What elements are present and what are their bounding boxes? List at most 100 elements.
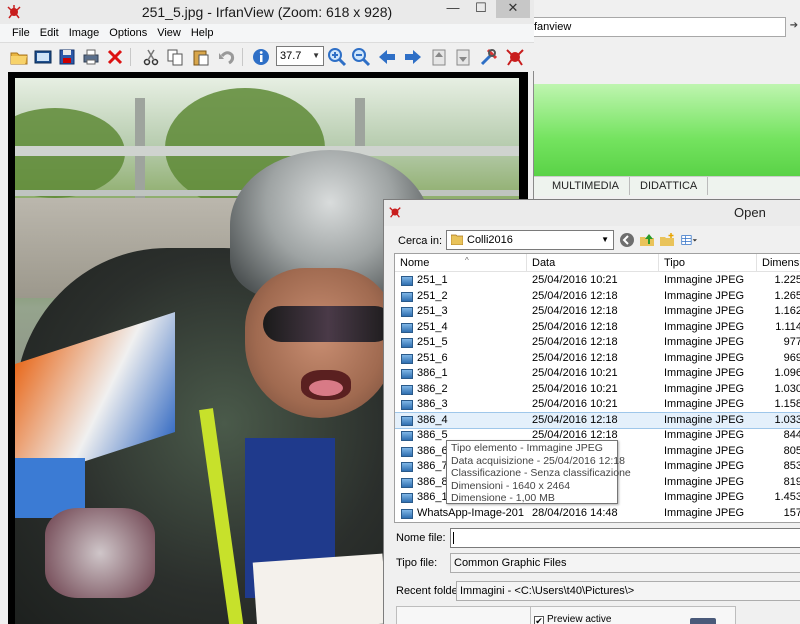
file-type: Immagine JPEG [664, 444, 745, 457]
file-name: 251_5 [417, 336, 448, 348]
file-name-input[interactable] [450, 528, 800, 548]
toolbar [0, 43, 534, 71]
menu-didattica[interactable]: DIDATTICA [630, 177, 709, 195]
recent-folders-select[interactable]: Immagini - <C:\Users\t40\Pictures\> [456, 581, 800, 601]
info-icon[interactable] [250, 46, 272, 68]
file-name: 251_4 [417, 320, 448, 333]
file-name: 251_1 [417, 274, 448, 286]
jpeg-file-icon [401, 307, 413, 317]
menu-options[interactable]: Options [104, 24, 152, 43]
file-row[interactable]: 251_1 25/04/2016 10:21 Immagine JPEG 1.225 [395, 273, 800, 289]
preview-thumbnail-button[interactable] [690, 618, 716, 624]
address-bar[interactable]: fanview [530, 17, 786, 37]
new-folder-icon[interactable] [658, 231, 676, 249]
menu-edit[interactable]: Edit [35, 24, 64, 43]
tooltip-line: Dimensioni - 1640 x 2464 [451, 479, 571, 492]
tooltip-line: Data acquisizione - 25/04/2016 12:18 [451, 454, 625, 467]
file-size: 1.158 [774, 398, 800, 410]
page-down-icon[interactable] [452, 46, 474, 68]
preview-active-checkbox[interactable]: ✔ [534, 616, 544, 624]
file-date: 25/04/2016 10:21 [532, 274, 618, 286]
file-row[interactable]: 251_5 25/04/2016 12:18 Immagine JPEG 977 [395, 335, 800, 351]
paste-icon[interactable] [190, 46, 212, 68]
close-button[interactable]: ✕ [496, 0, 530, 18]
file-date: 25/04/2016 12:18 [532, 351, 618, 364]
save-icon[interactable] [56, 46, 78, 68]
jpeg-file-icon [401, 477, 413, 488]
menu-file[interactable]: File [7, 24, 35, 43]
maximize-button[interactable]: ☐ [468, 0, 494, 18]
sort-caret-icon: ^ [465, 256, 469, 265]
file-type: Immagine JPEG [664, 351, 745, 364]
tooltip-line: Tipo elemento - Immagine JPEG [451, 442, 603, 454]
menu-view[interactable]: View [152, 24, 186, 43]
menu-bar: File Edit Image Options View Help [0, 24, 534, 43]
file-date: 28/04/2016 14:48 [532, 506, 618, 519]
open-folder-icon[interactable] [8, 46, 30, 68]
back-icon[interactable] [618, 231, 636, 249]
previous-icon[interactable] [376, 46, 398, 68]
file-date: 25/04/2016 10:21 [532, 398, 618, 410]
column-type[interactable]: Tipo [659, 254, 757, 272]
zoom-select[interactable]: 37.7 ▼ [276, 46, 324, 66]
file-row[interactable]: 386_4 25/04/2016 12:18 Immagine JPEG 1.033 [395, 411, 800, 429]
print-icon[interactable] [80, 46, 102, 68]
look-in-select[interactable]: Colli2016 ▼ [446, 230, 614, 250]
copy-icon[interactable] [164, 46, 186, 68]
file-size: 853 [783, 460, 800, 472]
column-date[interactable]: Data [527, 254, 659, 272]
delete-icon[interactable] [104, 46, 126, 68]
go-arrow-icon[interactable]: ➔ [786, 17, 800, 37]
undo-icon[interactable] [216, 46, 238, 68]
file-type: Immagine JPEG [664, 274, 745, 286]
irfanview-logo-icon [389, 207, 401, 218]
file-row[interactable]: 386_2 25/04/2016 10:21 Immagine JPEG 1.030 [395, 382, 800, 398]
file-size: 1.033 [774, 413, 800, 426]
look-in-label: Cerca in: [398, 235, 443, 247]
file-name-label: Nome file: [396, 532, 446, 544]
file-row[interactable]: 251_3 25/04/2016 12:18 Immagine JPEG 1.162 [395, 304, 800, 320]
settings-icon[interactable] [478, 46, 500, 68]
file-size: 844 [783, 429, 800, 441]
dialog-title: Open [734, 205, 766, 220]
exit-icon[interactable] [504, 46, 526, 68]
file-type: Immagine JPEG [664, 413, 745, 426]
zoom-out-icon[interactable] [350, 46, 372, 68]
minimize-button[interactable]: — [440, 0, 466, 18]
file-date: 25/04/2016 12:18 [532, 320, 618, 333]
next-icon[interactable] [402, 46, 424, 68]
file-size: 1.162 [774, 305, 800, 317]
file-row[interactable]: 386_1 25/04/2016 10:21 Immagine JPEG 1.096 [395, 366, 800, 382]
menu-multimedia[interactable]: MULTIMEDIA [542, 177, 631, 195]
file-size: 819 [783, 475, 800, 488]
recent-folders-value: Immagini - <C:\Users\t40\Pictures\> [460, 585, 635, 597]
page-up-icon[interactable] [428, 46, 450, 68]
file-size: 969 [783, 351, 800, 364]
file-name: 251_6 [417, 351, 448, 364]
menu-image[interactable]: Image [64, 24, 105, 43]
file-row[interactable]: WhatsApp-Image-201... 28/04/2016 14:48 Imm… [395, 506, 800, 522]
file-row[interactable]: 386_3 25/04/2016 10:21 Immagine JPEG 1.158 [395, 397, 800, 413]
file-size: 1.096 [774, 367, 800, 379]
file-row[interactable]: 251_2 25/04/2016 12:18 Immagine JPEG 1.265 [395, 289, 800, 305]
site-menu: MULTIMEDIA DIDATTICA [530, 176, 800, 196]
file-list-header: Nome^ Data Tipo Dimensio [395, 254, 800, 272]
slideshow-icon[interactable] [32, 46, 54, 68]
dialog-title-bar: Open [384, 200, 800, 226]
file-row[interactable]: 251_4 25/04/2016 12:18 Immagine JPEG 1.114 [395, 320, 800, 336]
column-name[interactable]: Nome ^ [395, 254, 527, 272]
jpeg-file-icon [401, 338, 413, 348]
menu-help[interactable]: Help [186, 24, 219, 43]
jpeg-file-icon [401, 415, 413, 426]
cut-icon[interactable] [140, 46, 162, 68]
file-name: 251_2 [417, 289, 448, 302]
column-size[interactable]: Dimensio [757, 254, 800, 272]
tooltip-line: Dimensione - 1,00 MB [451, 492, 555, 504]
zoom-in-icon[interactable] [326, 46, 348, 68]
up-folder-icon[interactable] [638, 231, 656, 249]
jpeg-file-icon [401, 369, 413, 379]
file-type: Immagine JPEG [664, 367, 745, 379]
file-row[interactable]: 251_6 25/04/2016 12:18 Immagine JPEG 969 [395, 351, 800, 367]
file-type-select[interactable]: Common Graphic Files [450, 553, 800, 573]
view-menu-icon[interactable] [678, 231, 700, 249]
